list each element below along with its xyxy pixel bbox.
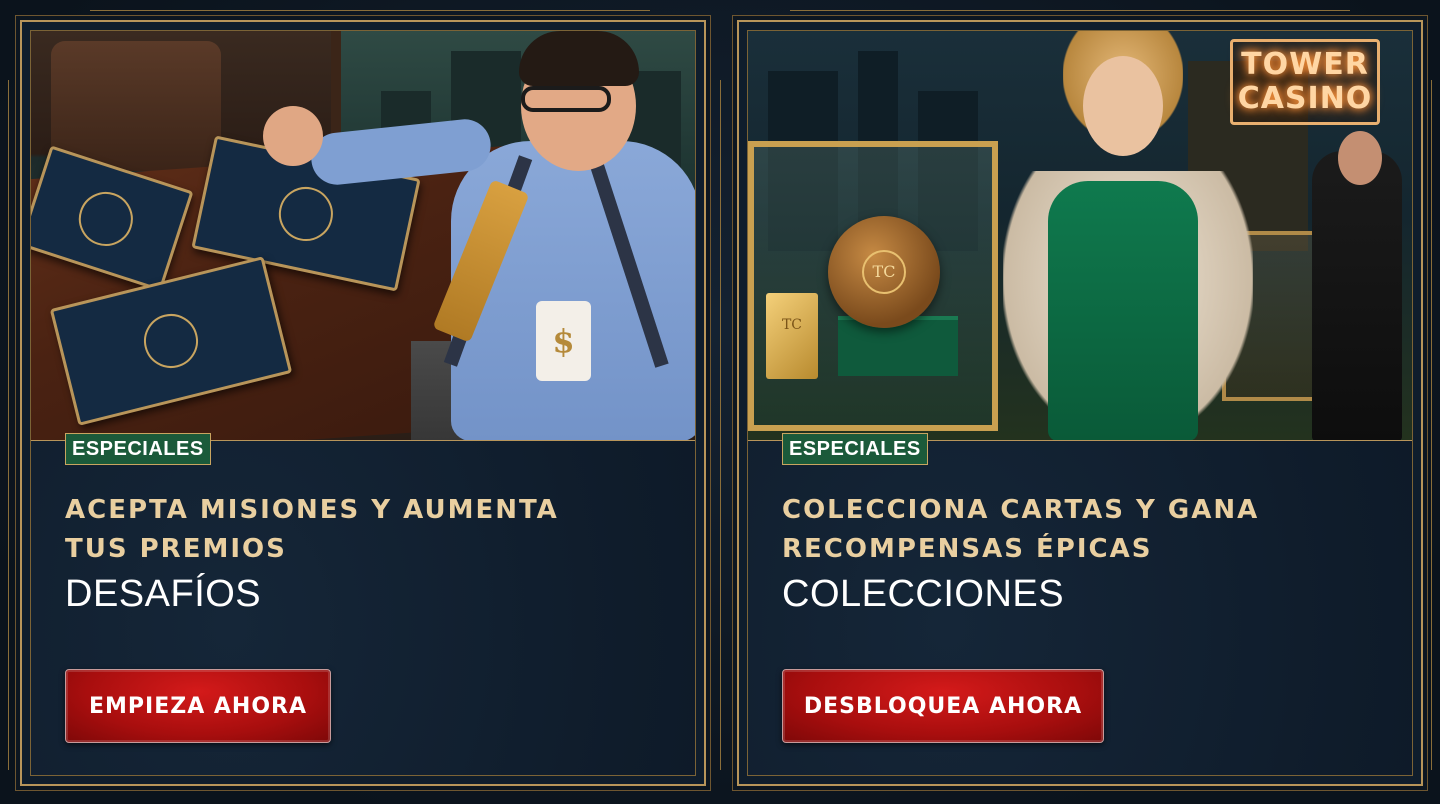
- woman-head: [1083, 56, 1163, 156]
- category-badge: ESPECIALES: [782, 433, 928, 465]
- card-title: DESAFÍOS: [65, 573, 262, 615]
- promo-card-colecciones[interactable]: TOWER CASINO TC TC ESPECIALES COLECCIONA…: [737, 20, 1423, 786]
- tower-casino-sign: TOWER CASINO: [1230, 39, 1380, 125]
- unlock-now-button[interactable]: DESBLOQUEA AHORA: [782, 669, 1104, 743]
- promo-card-desafios[interactable]: $ ESPECIALES ACEPTA MISIONES Y AUMENTA T…: [20, 20, 706, 786]
- card-subtitle: COLECCIONA CARTAS Y GANA RECOMPENSAS ÉPI…: [782, 495, 1260, 564]
- deco-line-center: [720, 80, 721, 770]
- category-badge: ESPECIALES: [65, 433, 211, 465]
- deco-line-top-left: [90, 10, 650, 11]
- card-inner: $ ESPECIALES ACEPTA MISIONES Y AUMENTA T…: [30, 30, 696, 776]
- green-dress: [1048, 181, 1198, 440]
- coffee-mug-icon: $: [536, 301, 591, 381]
- guard-figure: [1312, 151, 1402, 440]
- deco-line-left: [8, 80, 9, 770]
- gold-bar-icon: TC: [766, 293, 818, 379]
- sign-line-2: CASINO: [1237, 81, 1373, 116]
- golden-ball-icon: TC: [828, 216, 940, 328]
- ball-emblem: TC: [862, 250, 906, 294]
- guard-head: [1338, 131, 1382, 185]
- man-hair: [519, 31, 639, 86]
- sign-line-1: TOWER: [1241, 47, 1369, 82]
- card-subtitle: ACEPTA MISIONES Y AUMENTA TUS PREMIOS: [65, 495, 559, 564]
- glasses-icon: [521, 86, 611, 112]
- deco-line-top-right: [790, 10, 1350, 11]
- deco-line-right: [1431, 80, 1432, 770]
- promo-page: $ ESPECIALES ACEPTA MISIONES Y AUMENTA T…: [0, 0, 1440, 804]
- card-inner: TOWER CASINO TC TC ESPECIALES COLECCIONA…: [747, 30, 1413, 776]
- start-now-button[interactable]: EMPIEZA AHORA: [65, 669, 331, 743]
- card-image-office: $: [31, 31, 695, 441]
- card-image-casino: TOWER CASINO TC TC: [748, 31, 1412, 441]
- leather-chair: [51, 41, 221, 171]
- man-hand: [263, 106, 323, 166]
- card-title: COLECCIONES: [782, 573, 1065, 615]
